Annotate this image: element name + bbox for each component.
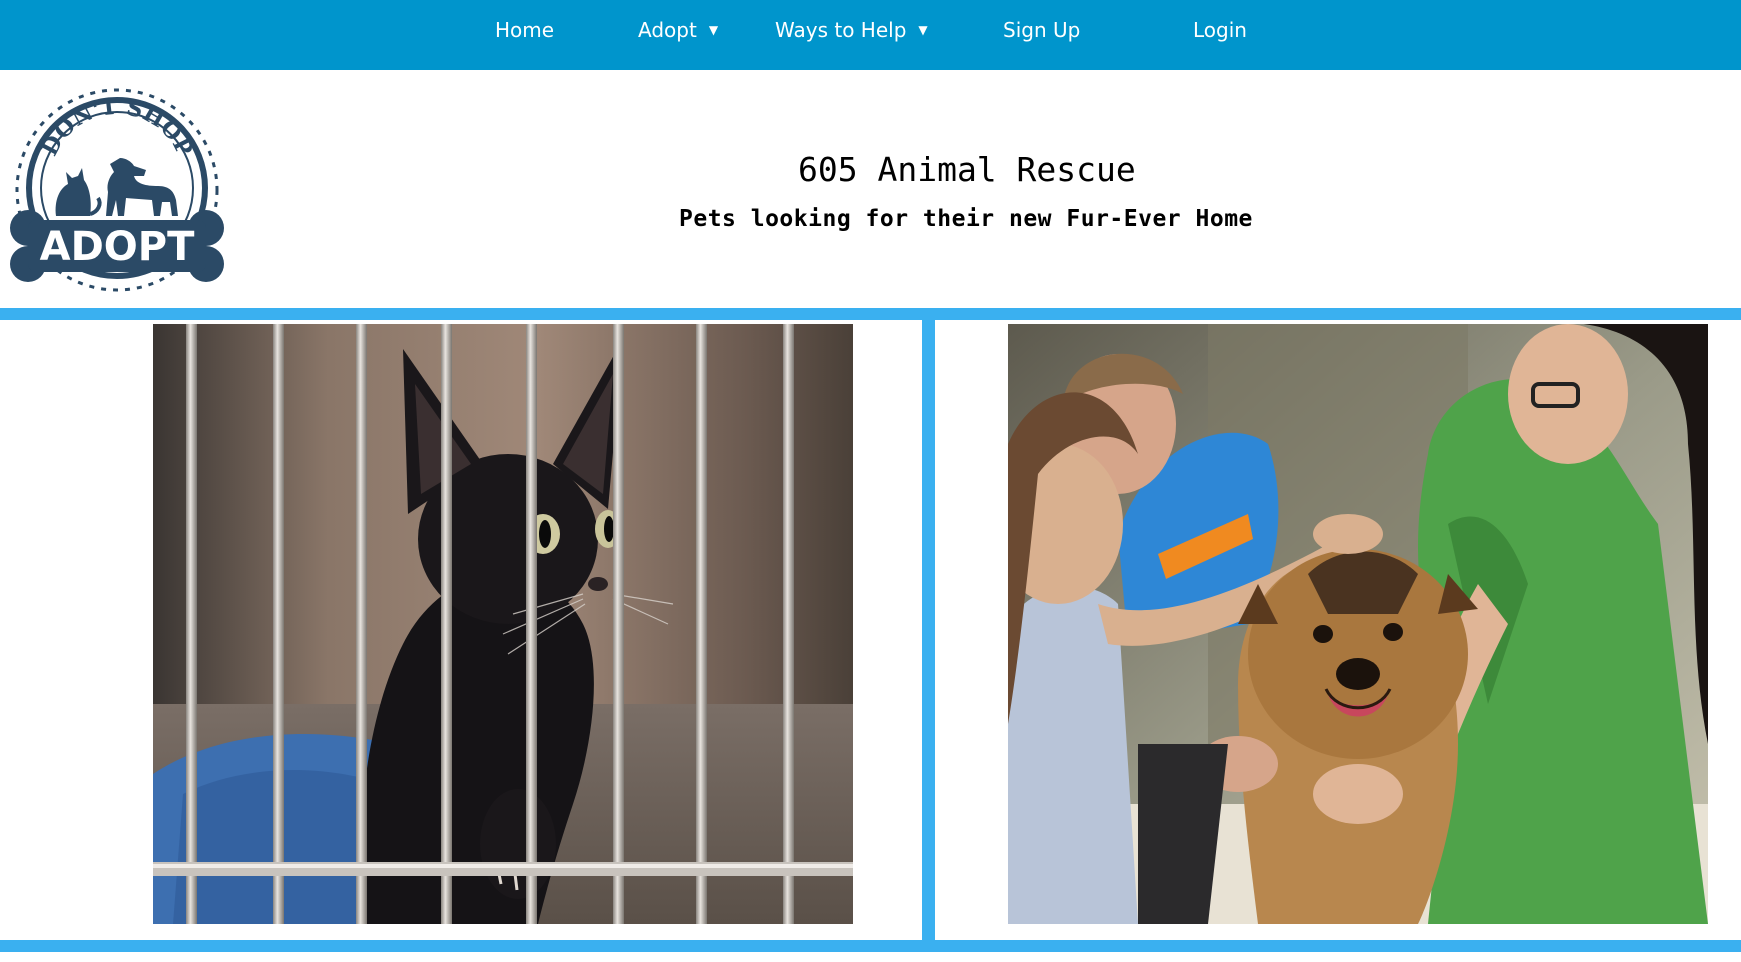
page-subtitle: Pets looking for their new Fur-Ever Home [679, 206, 1253, 232]
nav-ways-to-help-dropdown[interactable]: Ways to Help ▼ [775, 18, 928, 42]
caret-down-icon: ▼ [708, 23, 719, 37]
nav-login-link[interactable]: Login [1193, 18, 1247, 42]
dont-shop-adopt-logo[interactable]: DON'T SHOP ADOPT [6, 88, 228, 292]
logo-bottom-text: ADOPT [40, 224, 195, 270]
caret-down-icon: ▼ [918, 23, 928, 37]
nav-sign-up-label: Sign Up [1003, 18, 1081, 42]
nav-login-label: Login [1193, 18, 1247, 42]
nav-sign-up-link[interactable]: Sign Up [1003, 18, 1080, 42]
top-nav-bar: Home Adopt ▼ Ways to Help ▼ Sign Up Login [0, 0, 1741, 70]
nav-ways-to-help-label: Ways to Help [775, 18, 907, 42]
frame-bottom-band [0, 940, 1741, 952]
kitten-in-cage-photo [153, 324, 853, 924]
nav-adopt-label: Adopt [638, 18, 697, 42]
frame-middle-divider [922, 320, 935, 940]
frame-top-band [0, 308, 1741, 320]
nav-home-link[interactable]: Home [495, 18, 554, 42]
page-title: 605 Animal Rescue [798, 150, 1136, 189]
nav-home-label: Home [495, 18, 555, 42]
nav-adopt-dropdown[interactable]: Adopt ▼ [638, 18, 718, 42]
children-petting-dog-photo [1008, 324, 1708, 924]
